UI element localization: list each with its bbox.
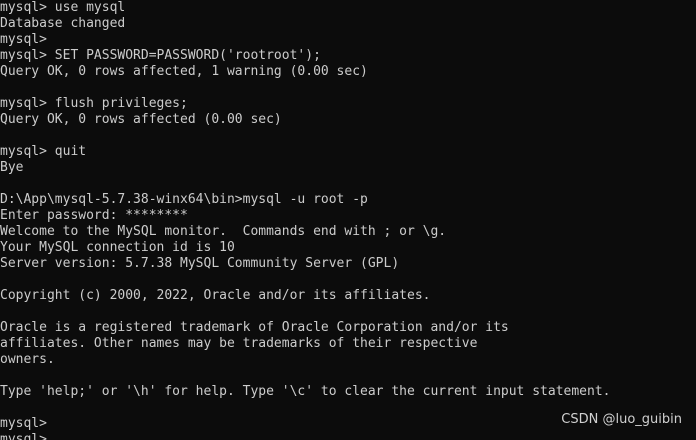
terminal-line: mysql> quit: [0, 144, 87, 159]
terminal-line: mysql> flush privileges;: [0, 96, 188, 111]
terminal-line: owners.: [0, 352, 55, 367]
terminal-line: Bye: [0, 160, 24, 175]
terminal-line: D:\App\mysql-5.7.38-winx64\bin>mysql -u …: [0, 192, 368, 207]
terminal-line: Query OK, 0 rows affected (0.00 sec): [0, 112, 282, 127]
terminal-line: Server version: 5.7.38 MySQL Community S…: [0, 256, 400, 271]
terminal-line: mysql> use mysql: [0, 0, 126, 15]
terminal-line: Oracle is a registered trademark of Orac…: [0, 320, 509, 335]
terminal-line: Copyright (c) 2000, 2022, Oracle and/or …: [0, 288, 431, 303]
terminal-line: mysql> SET PASSWORD=PASSWORD('rootroot')…: [0, 48, 321, 63]
terminal-line: affiliates. Other names may be trademark…: [0, 336, 478, 351]
terminal-line: Database changed: [0, 16, 126, 31]
terminal-output: mysql> use mysql Database changed mysql>…: [0, 0, 696, 440]
terminal-prompt-line[interactable]: mysql>: [0, 432, 696, 440]
terminal-line: Type 'help;' or '\h' for help. Type '\c'…: [0, 384, 611, 399]
terminal-window[interactable]: mysql> use mysql Database changed mysql>…: [0, 0, 696, 440]
terminal-line: Query OK, 0 rows affected, 1 warning (0.…: [0, 64, 368, 79]
csdn-watermark: CSDN @luo_guibin: [561, 412, 682, 427]
terminal-line: Enter password: ********: [0, 208, 188, 223]
terminal-line: mysql>: [0, 32, 47, 47]
terminal-line: Welcome to the MySQL monitor. Commands e…: [0, 224, 447, 239]
terminal-line: Your MySQL connection id is 10: [0, 240, 235, 255]
